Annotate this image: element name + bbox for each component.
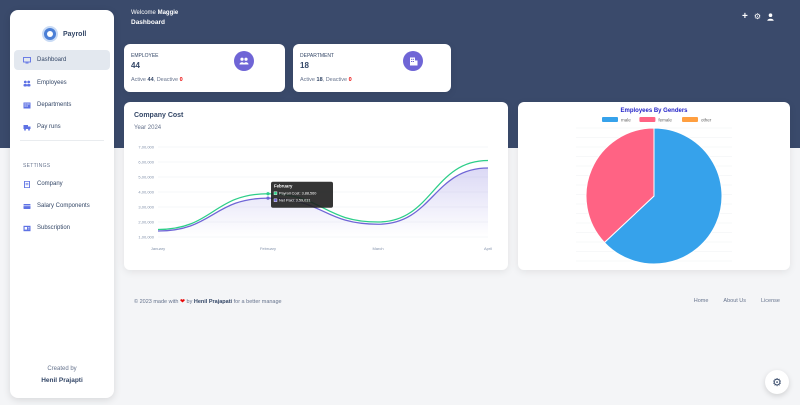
sidebar-item-subscription[interactable]: Subscription <box>14 218 110 238</box>
y-tick-label: 7,00,000 <box>138 145 154 150</box>
copyright-text: © 2023 made with <box>134 299 179 305</box>
tooltip-net: Net Paid: 3,59,031 <box>279 199 310 203</box>
sidebar-item-label: Company <box>37 181 63 187</box>
stat-title: DEPARTMENT <box>300 53 334 59</box>
legend-swatch[interactable] <box>602 117 618 122</box>
department-stat-card[interactable]: DEPARTMENT 18 Active 18, Deactive 0 <box>293 44 451 92</box>
tooltip-swatch <box>273 191 278 195</box>
gear-icon[interactable]: ⚙ <box>754 13 761 21</box>
sidebar-item-label: Salary Components <box>37 203 90 209</box>
sidebar-item-label: Subscription <box>37 225 71 231</box>
sidebar-item-company[interactable]: Company <box>14 174 110 194</box>
users-icon <box>23 80 31 86</box>
welcome-text: Welcome Maggie <box>131 10 178 16</box>
sidebar-item-departments[interactable]: Departments <box>14 95 110 115</box>
tooltip-payroll: Payroll Cost: 3,88,560 <box>279 192 316 196</box>
receipt-icon <box>23 225 31 231</box>
building-icon <box>403 51 423 71</box>
y-tick-label: 5,00,000 <box>138 175 154 180</box>
page-title: Dashboard <box>131 19 165 26</box>
active-label: Active <box>300 77 315 83</box>
gender-chart-card: Employees By Genders male female other <box>518 102 790 270</box>
tooltip-title: February <box>274 184 293 189</box>
sidebar-item-label: Dashboard <box>37 57 67 63</box>
footer-link-license[interactable]: License <box>761 298 780 304</box>
x-tick-label: February <box>260 246 276 251</box>
legend-label[interactable]: other <box>701 118 712 123</box>
sidebar-item-label: Pay runs <box>37 124 61 130</box>
tooltip-swatch <box>273 198 278 202</box>
document-icon <box>24 180 30 188</box>
x-tick-label: January <box>151 246 165 251</box>
legend-swatch[interactable] <box>639 117 656 122</box>
footer-links: Home About Us License <box>694 298 780 304</box>
author-link[interactable]: Henil Prajapati <box>194 299 232 305</box>
sidebar-item-label: Departments <box>37 102 72 108</box>
x-tick-label: April <box>484 246 492 251</box>
truck-icon <box>23 124 31 131</box>
x-tick-label: March <box>372 246 383 251</box>
sidebar-item-dashboard[interactable]: Dashboard <box>14 50 110 70</box>
card-icon <box>23 203 31 209</box>
pie-title: Employees By Genders <box>620 108 688 114</box>
footer-link-home[interactable]: Home <box>694 298 709 304</box>
stat-subtitle: Active 18, Deactive 0 <box>300 77 352 83</box>
stat-value: 18 <box>300 61 309 70</box>
user-icon[interactable] <box>767 13 774 21</box>
y-tick-label: 1,00,000 <box>138 235 154 240</box>
deactive-label: , Deactive <box>322 77 348 83</box>
users-icon <box>234 51 254 71</box>
user-name: Maggie <box>157 10 179 16</box>
y-tick-label: 2,00,000 <box>138 220 154 225</box>
brand[interactable]: Payroll <box>42 26 86 42</box>
employee-stat-card[interactable]: EMPLOYEE 44 Active 44, Deactive 0 <box>124 44 285 92</box>
deactive-label: , Deactive <box>153 77 179 83</box>
created-by-label: Created by <box>47 366 77 372</box>
footer-copyright: © 2023 made with ❤ by Henil Prajapati fo… <box>134 298 282 305</box>
legend-label[interactable]: female <box>658 118 672 123</box>
sidebar-divider <box>20 140 104 141</box>
monitor-icon <box>23 56 31 63</box>
logo-icon <box>42 26 58 42</box>
heart-icon: ❤ <box>179 299 185 305</box>
stat-title: EMPLOYEE <box>131 53 159 59</box>
company-cost-card: Company Cost Year 2024 1,00,000 2,00,000 3… <box>124 102 508 270</box>
settings-fab-button[interactable]: ⚙ <box>765 370 789 394</box>
data-point[interactable] <box>266 196 270 200</box>
data-point[interactable] <box>266 192 270 196</box>
by-text: by <box>186 299 193 305</box>
sidebar-item-pay-runs[interactable]: Pay runs <box>14 117 110 137</box>
active-label: Active <box>131 77 146 83</box>
sidebar: Payroll Dashboard Employees Departments … <box>10 10 114 398</box>
suffix-text: for a better manage <box>233 299 282 305</box>
footer-link-about[interactable]: About Us <box>723 298 746 304</box>
stat-subtitle: Active 44, Deactive 0 <box>131 77 183 83</box>
plus-icon[interactable]: + <box>742 12 748 22</box>
welcome-prefix: Welcome <box>131 10 156 16</box>
header-actions: + ⚙ <box>742 12 774 22</box>
settings-heading: SETTINGS <box>23 163 51 169</box>
sidebar-item-label: Employees <box>37 80 67 86</box>
building-icon <box>23 102 31 108</box>
chart-tooltip: February Payroll Cost: 3,88,560 Net Paid: … <box>271 181 333 208</box>
deactive-count: 0 <box>348 77 352 83</box>
gender-pie-chart[interactable]: Employees By Genders male female other <box>518 102 790 270</box>
stat-value: 44 <box>131 61 140 70</box>
y-tick-label: 4,00,000 <box>138 190 154 195</box>
deactive-count: 0 <box>179 77 183 83</box>
y-tick-label: 3,00,000 <box>138 205 154 210</box>
company-cost-chart[interactable]: 1,00,000 2,00,000 3,00,000 4,00,000 5,00,000… <box>124 102 508 270</box>
sidebar-item-salary-components[interactable]: Salary Components <box>14 196 110 216</box>
y-tick-label: 6,00,000 <box>138 160 154 165</box>
gear-icon: ⚙ <box>772 376 782 389</box>
legend-swatch[interactable] <box>682 117 698 122</box>
sidebar-item-employees[interactable]: Employees <box>14 73 110 93</box>
creator-name: Henil Prajapti <box>41 377 83 384</box>
brand-name: Payroll <box>63 30 87 38</box>
legend-label[interactable]: male <box>621 118 631 123</box>
